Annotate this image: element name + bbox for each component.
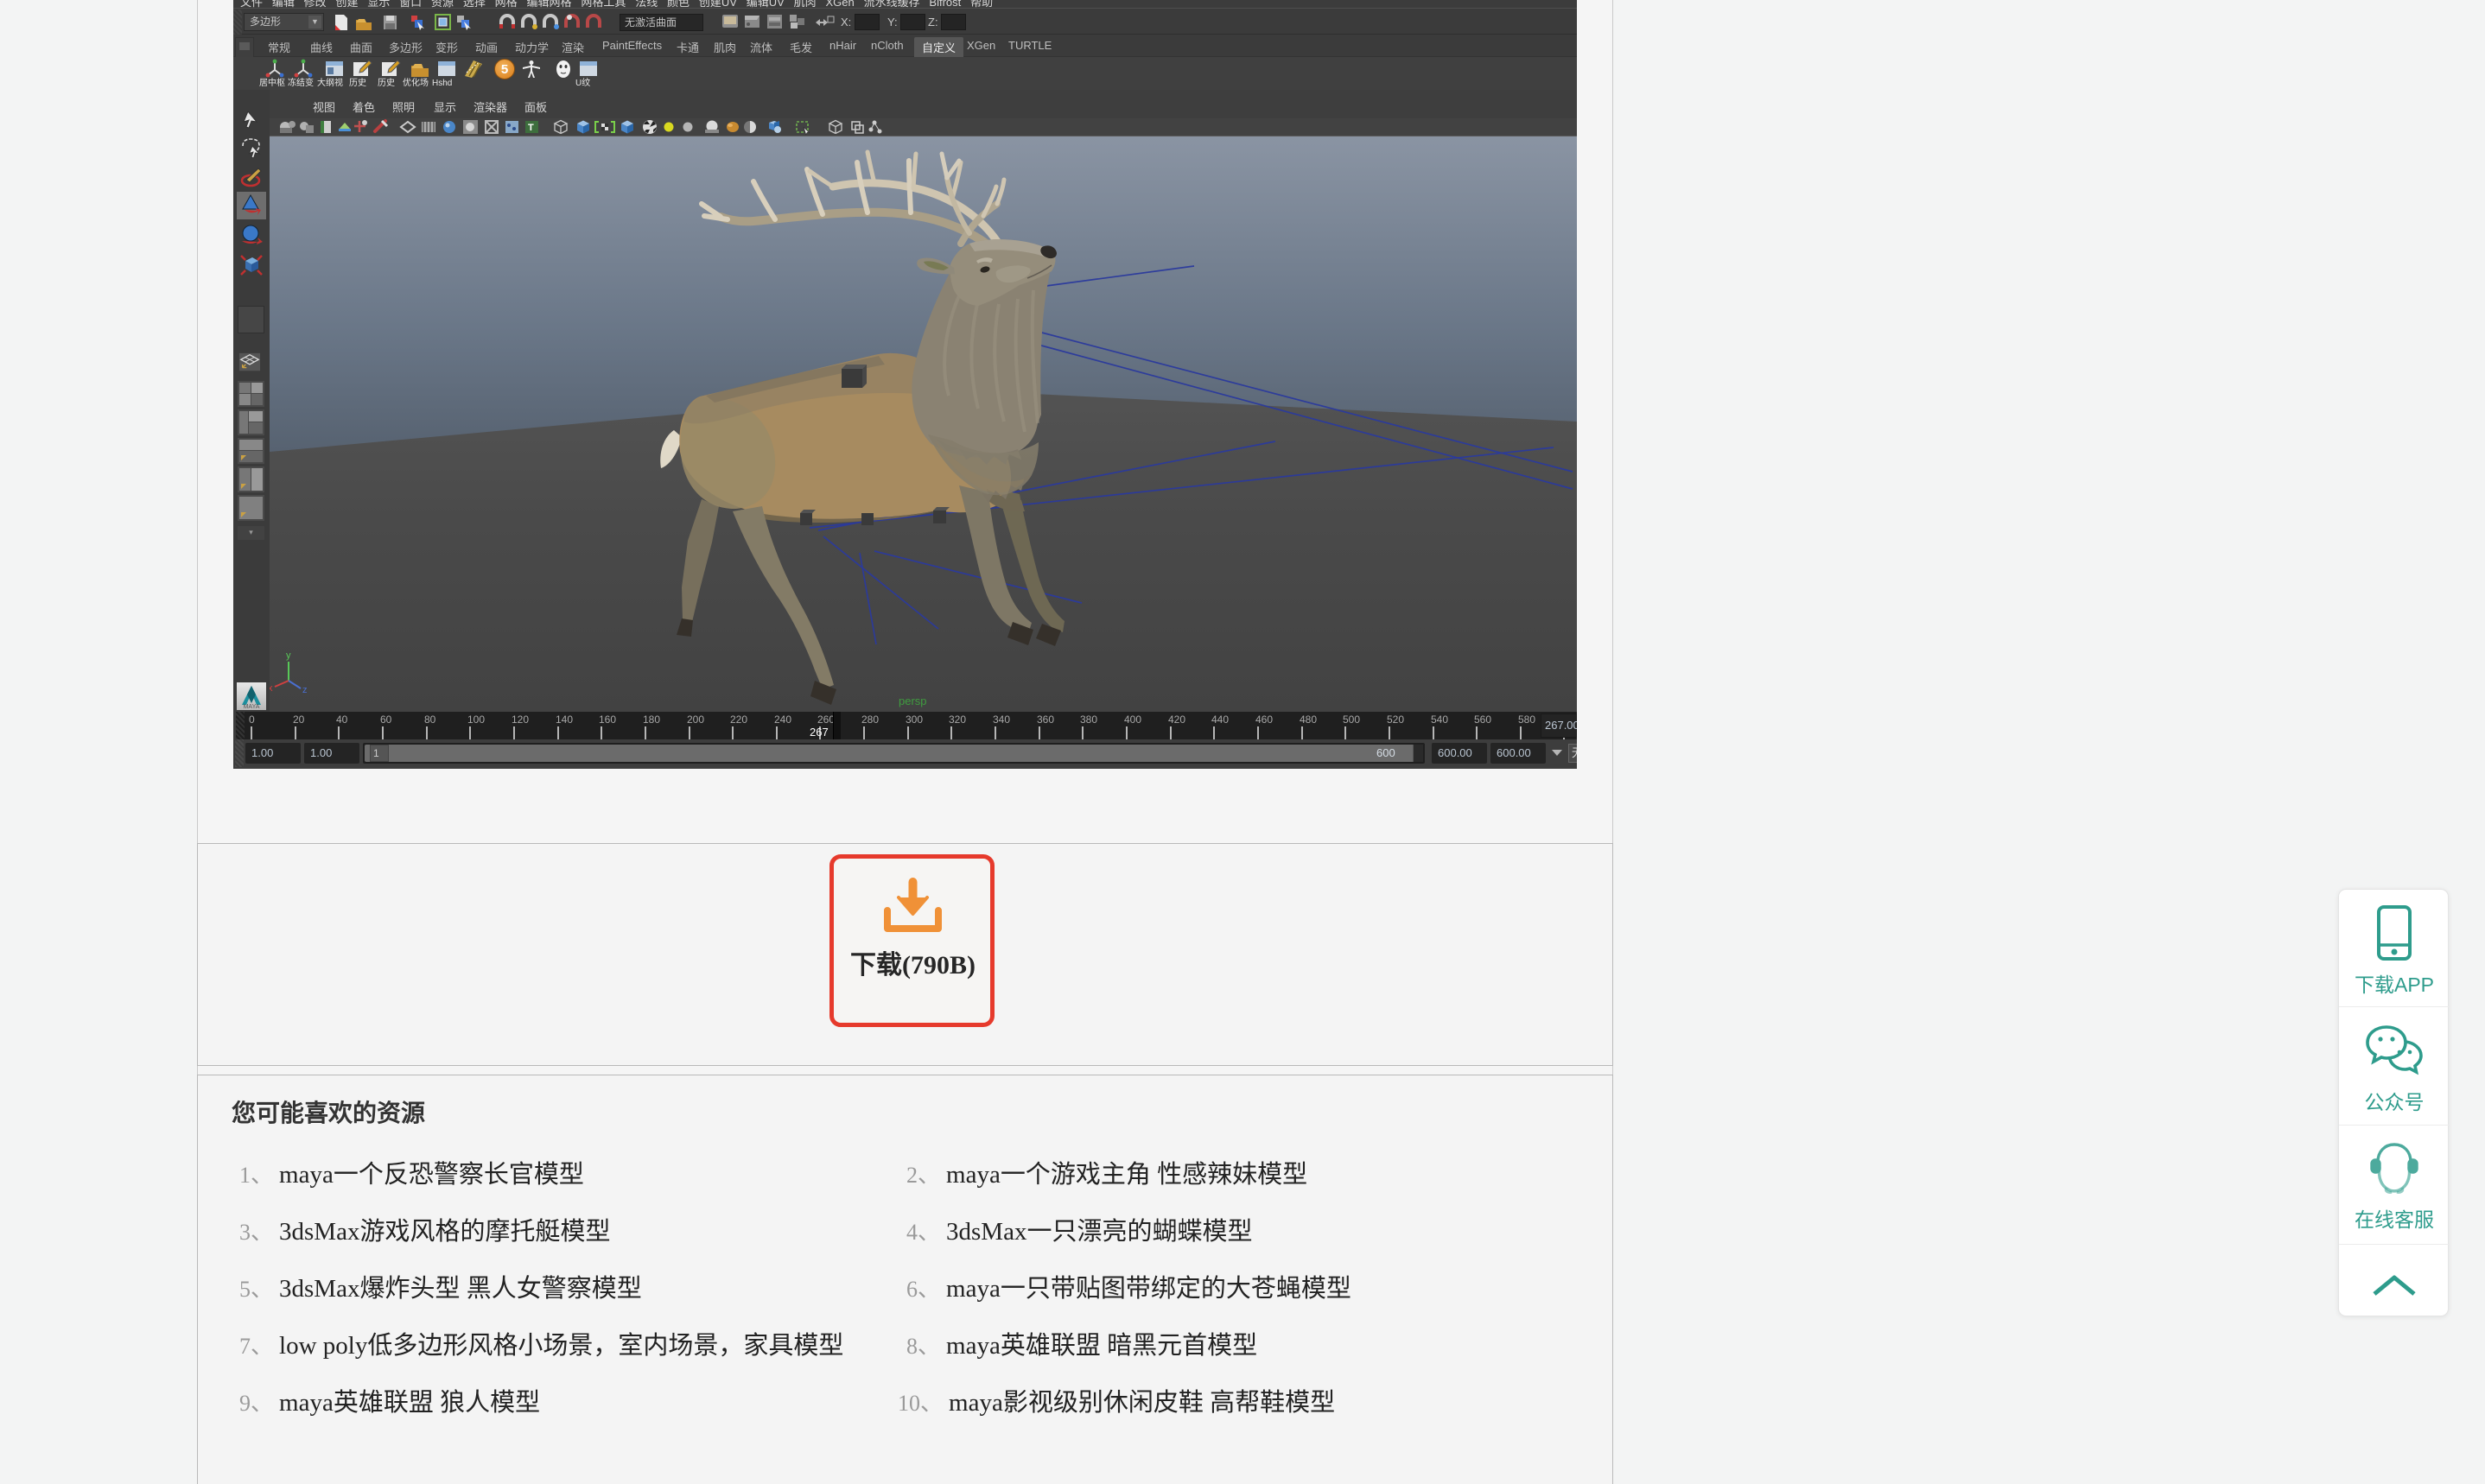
svg-text:x: x [270, 683, 273, 694]
svg-text:y: y [286, 650, 291, 661]
svg-text:z: z [302, 685, 308, 695]
svg-text:persp: persp [899, 694, 927, 707]
svg-text:MAYA: MAYA [244, 704, 260, 710]
svg-text:T: T [528, 123, 534, 133]
